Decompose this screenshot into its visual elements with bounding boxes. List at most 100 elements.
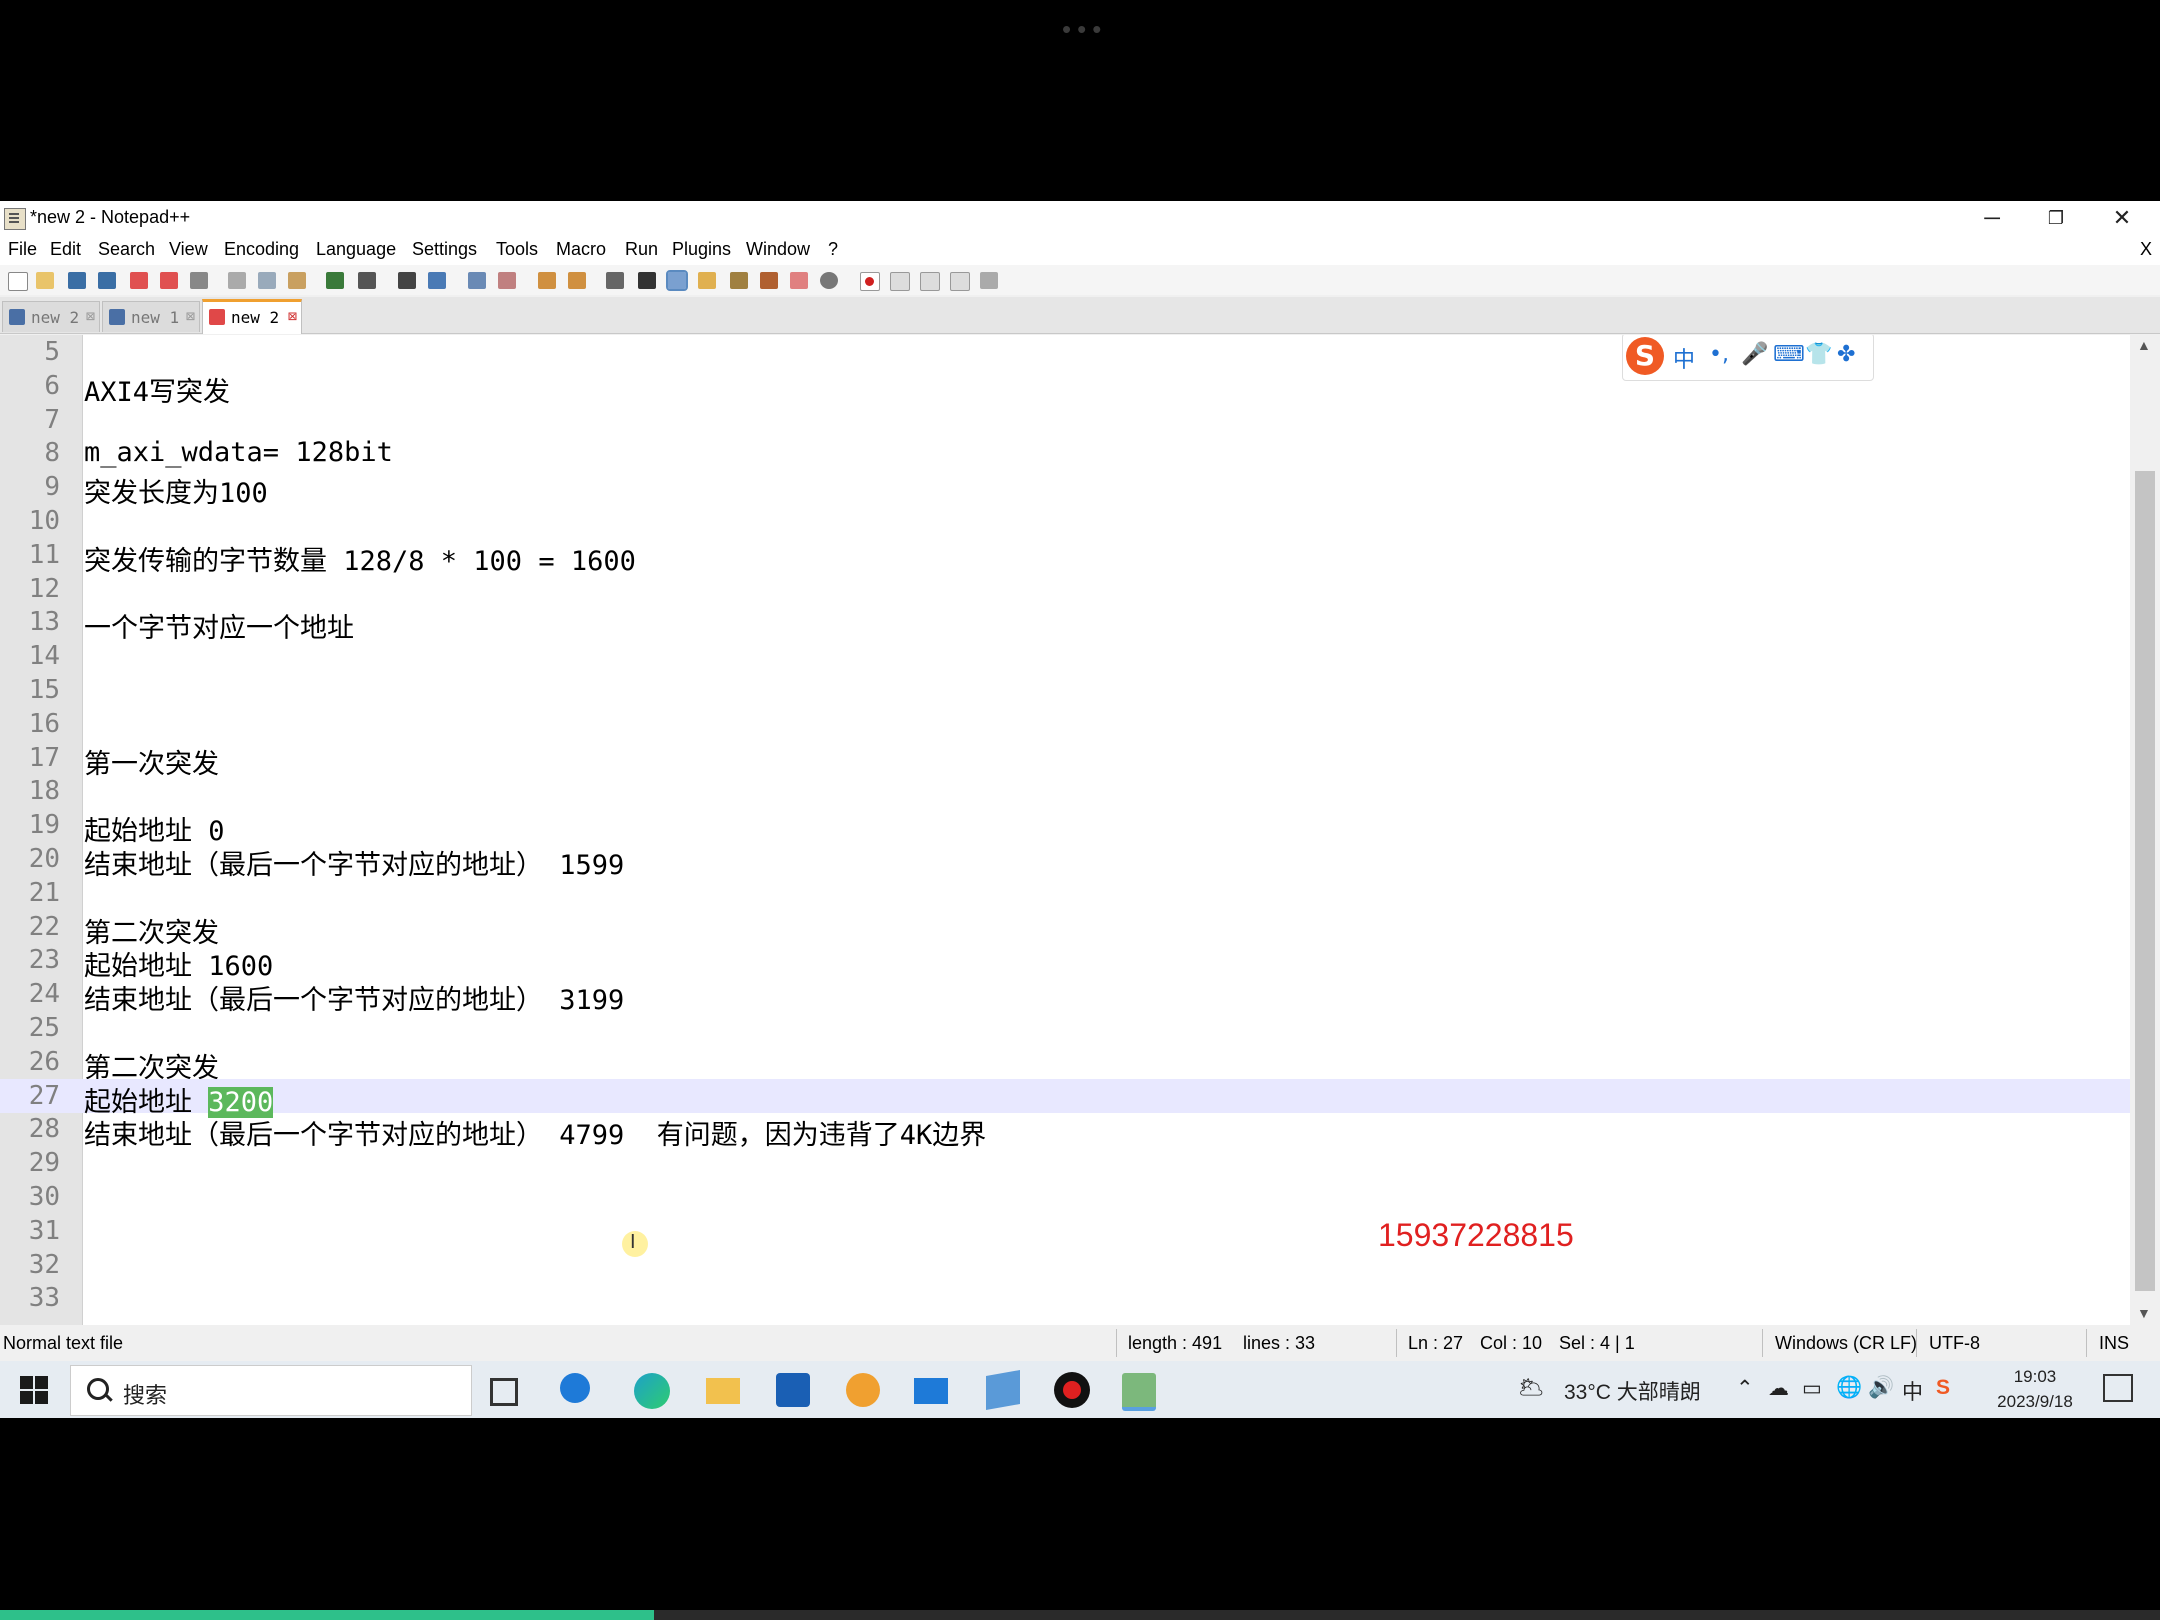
network-globe-icon[interactable]: 🌐 [1836,1376,1862,1400]
scroll-up-arrow-icon[interactable]: ▲ [2137,337,2151,353]
editor-line[interactable]: 11 突发传输的字节数量 128/8 * 100 = 1600 [0,538,2130,577]
close-all-icon[interactable] [160,272,178,289]
editor-line[interactable]: 22 第二次突发 [0,910,2130,949]
editor-line[interactable]: 32 [0,1248,2130,1282]
taskbar-search-box[interactable]: 搜索 [70,1365,472,1416]
sogou-tray-icon[interactable]: S [1936,1376,1950,1400]
ime-mode-label[interactable]: 中 [1673,342,1695,374]
menu-plugins[interactable]: Plugins [672,239,731,260]
skin-shirt-icon[interactable]: 👕 [1805,342,1832,367]
run-macro-multiple-icon[interactable] [950,272,970,291]
status-eol[interactable]: Windows (CR LF) [1775,1333,1917,1354]
editor-line[interactable]: 9 突发长度为100 [0,470,2130,509]
editor-line[interactable]: 24 结束地址（最后一个字节对应的地址） 3199 [0,977,2130,1016]
firefox-like-icon[interactable] [846,1373,880,1407]
doc-switcher-icon[interactable] [790,272,808,289]
menu-settings[interactable]: Settings [412,239,477,260]
ie-browser-icon[interactable] [560,1373,590,1403]
editor-line[interactable]: 28 结束地址（最后一个字节对应的地址） 4799 有问题，因为违背了4K边界 [0,1112,2130,1151]
show-all-chars-icon[interactable] [638,272,656,289]
tab-close-icon[interactable]: ⊠ [288,307,297,325]
menu-tools[interactable]: Tools [496,239,538,260]
replace-icon[interactable] [428,272,446,289]
status-insert-mode[interactable]: INS [2099,1333,2129,1354]
notepadpp-taskbar-icon[interactable] [1122,1373,1156,1411]
tab-new-1[interactable]: new 1 ⊠ [102,301,200,332]
function-list-icon[interactable] [730,272,748,289]
keyboard-icon[interactable]: ⌨ [1773,342,1805,367]
vertical-scrollbar[interactable]: ▲ ▼ [2130,335,2160,1325]
scrollbar-thumb[interactable] [2135,471,2155,1291]
volume-icon[interactable]: 🔊 [1868,1376,1894,1400]
editor-line[interactable]: 17 第一次突发 [0,741,2130,780]
folder-workspace-icon[interactable] [698,272,716,289]
menu-macro[interactable]: Macro [556,239,606,260]
new-file-icon[interactable] [8,272,28,291]
editor-line[interactable]: 7 [0,403,2130,437]
editor-line[interactable]: 27 起始地址 3200 [0,1078,2130,1118]
word-wrap-icon[interactable] [606,272,624,289]
menu-view[interactable]: View [169,239,208,260]
cut-icon[interactable] [228,272,246,289]
record-macro-icon[interactable] [860,272,880,291]
copy-icon[interactable] [258,272,276,289]
sync-horizontal-icon[interactable] [568,272,586,289]
record-app-icon[interactable] [1054,1372,1090,1408]
zoom-in-icon[interactable] [468,272,486,289]
menu-file[interactable]: File [8,239,37,260]
undo-icon[interactable] [326,272,344,289]
notification-icon[interactable] [2103,1374,2133,1402]
microphone-icon[interactable]: 🎤 [1741,342,1768,367]
editor-line[interactable]: 21 [0,876,2130,910]
editor-line[interactable]: 18 [0,774,2130,808]
scroll-down-arrow-icon[interactable]: ▼ [2137,1305,2151,1321]
editor-line[interactable]: 13 一个字节对应一个地址 [0,605,2130,644]
restore-button[interactable]: ❐ [2024,201,2088,235]
editor-line[interactable]: 8 m_axi_wdata= 128bit [0,436,2130,470]
menu-window[interactable]: Window [746,239,810,260]
zoom-out-icon[interactable] [498,272,516,289]
editor-line[interactable]: 16 [0,707,2130,741]
editor-line[interactable]: 14 [0,639,2130,673]
print-icon[interactable] [190,272,208,289]
save-icon[interactable] [68,272,86,289]
editor-line[interactable]: 26 第二次突发 [0,1045,2130,1084]
tab-close-icon[interactable]: ⊠ [186,307,195,325]
tab-close-icon[interactable]: ⊠ [86,307,95,325]
menu-run[interactable]: Run [625,239,658,260]
monitoring-icon[interactable] [820,272,838,289]
editor-line[interactable]: 12 [0,572,2130,606]
close-button[interactable]: ✕ [2090,201,2154,235]
tab-new-2-active[interactable]: new 2 ⊠ [202,299,302,334]
menu-edit[interactable]: Edit [50,239,81,260]
close-file-icon[interactable] [130,272,148,289]
editor-line[interactable]: 23 起始地址 1600 [0,943,2130,982]
toolbox-grid-icon[interactable]: ✤ [1837,342,1855,367]
stop-macro-icon[interactable] [890,272,910,291]
editor-line[interactable]: 29 [0,1146,2130,1180]
minimize-button[interactable]: ─ [1960,201,2024,235]
close-document-button[interactable]: X [2140,239,2152,260]
ime-tray-icon[interactable]: 中 [1902,1376,1923,1406]
play-macro-icon[interactable] [920,272,940,291]
sync-vertical-icon[interactable] [538,272,556,289]
menu-language[interactable]: Language [316,239,396,260]
tray-chevron-icon[interactable]: ⌃ [1736,1376,1754,1401]
weather-icon[interactable]: 🌥 [1518,1376,1545,1400]
editor-line[interactable]: 31 [0,1214,2130,1248]
save-all-icon[interactable] [98,272,116,289]
ime-toolbar[interactable]: S 中 •, 🎤 ⌨ 👕 ✤ [1622,335,1874,381]
taskbar-clock[interactable]: 19:03 2023/9/18 [1980,1364,2090,1414]
ime-punct-label[interactable]: •, [1709,342,1729,367]
mail-icon[interactable] [914,1378,948,1404]
file-explorer-icon[interactable] [706,1378,740,1404]
edge-browser-icon[interactable] [634,1373,670,1409]
open-file-icon[interactable] [36,272,54,289]
windows-start-icon[interactable] [20,1376,48,1404]
redo-icon[interactable] [358,272,376,289]
menu-search[interactable]: Search [98,239,155,260]
editor-line[interactable]: 30 [0,1180,2130,1214]
editor-line[interactable]: 15 [0,673,2130,707]
indent-guide-icon[interactable] [666,270,688,291]
battery-icon[interactable]: ▭ [1802,1376,1822,1401]
